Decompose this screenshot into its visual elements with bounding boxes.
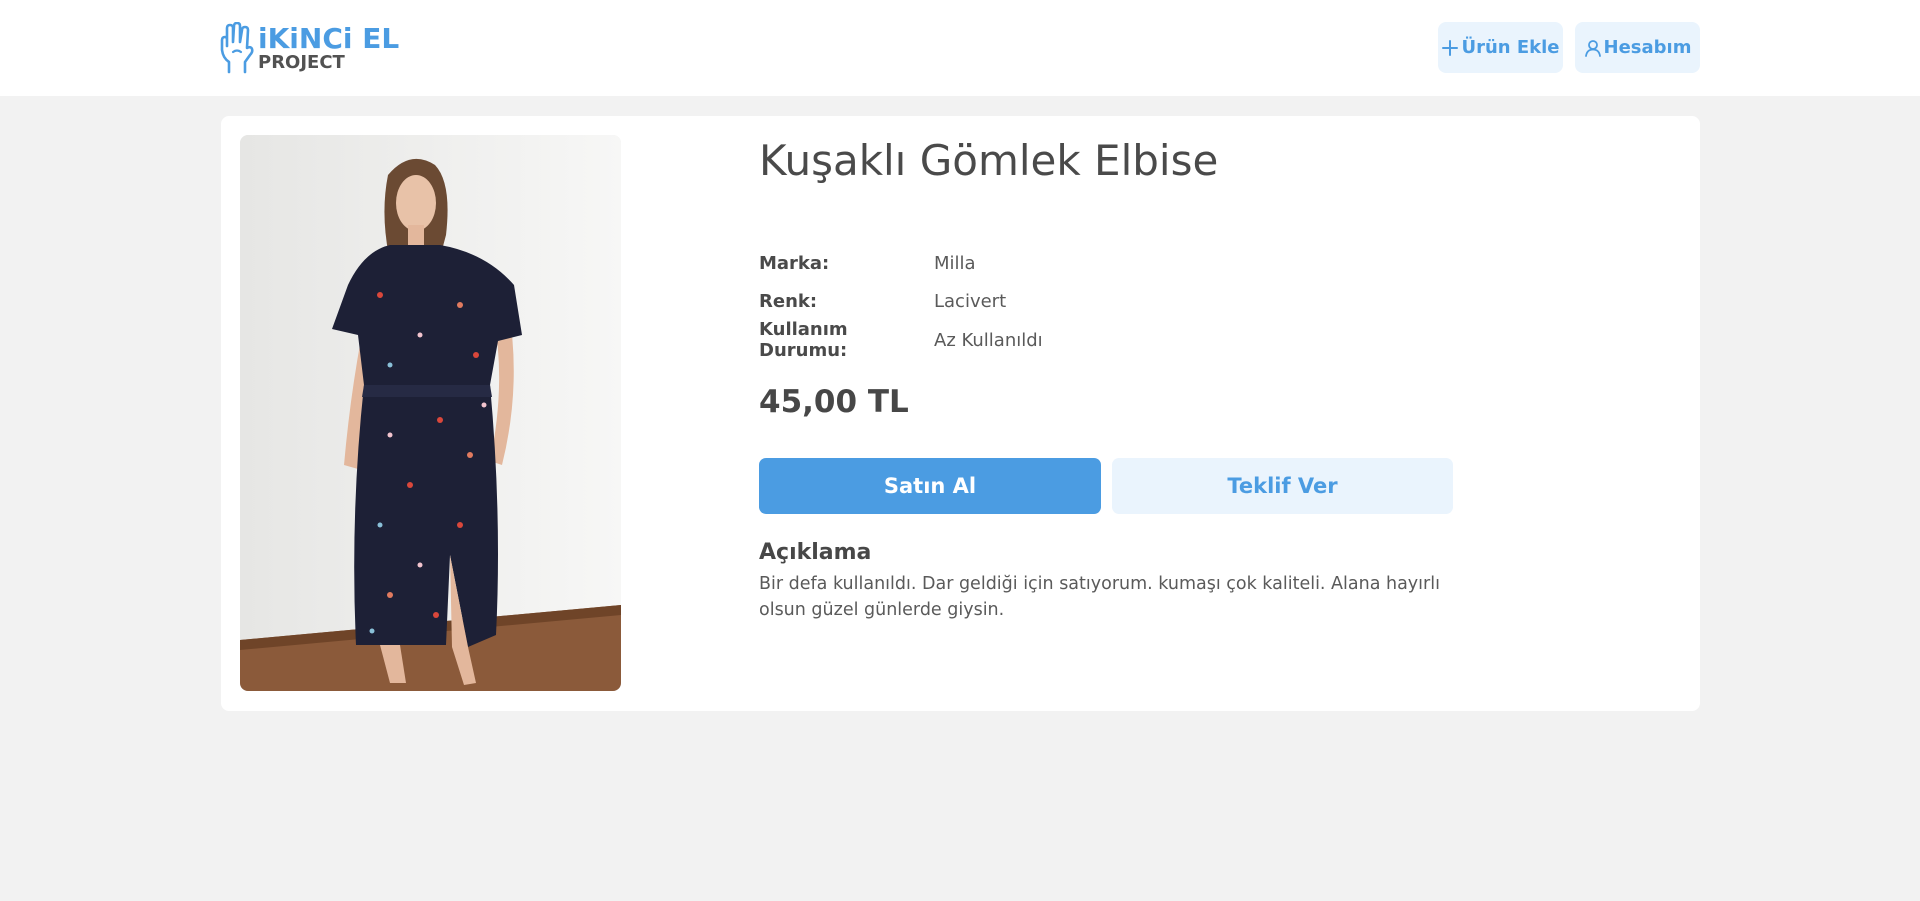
attribute-value: Lacivert [934, 291, 1007, 313]
attribute-key: Kullanım Durumu: [759, 319, 848, 362]
account-label: Hesabım [1603, 37, 1692, 58]
description-text: Bir defa kullanıldı. Dar geldiği için sa… [759, 574, 1440, 620]
make-offer-button[interactable]: Teklif Ver [1112, 458, 1453, 514]
attribute-value: Az Kullanıldı [934, 329, 1043, 351]
product-attributes: Marka: Milla Renk: Lacivert Kullanım Dur… [759, 244, 1043, 362]
logo-title: iKiNCi EL [258, 22, 400, 55]
add-product-button[interactable]: Ürün Ekle [1438, 22, 1563, 73]
attribute-value: Milla [934, 252, 976, 274]
site-logo[interactable]: iKiNCi EL PROJECT [219, 22, 399, 74]
product-price: 45,00 TL [759, 384, 909, 420]
product-photo[interactable] [240, 135, 621, 691]
add-product-label: Ürün Ekle [1461, 37, 1560, 58]
hand-icon [220, 22, 254, 74]
attribute-key: Marka: [759, 252, 830, 274]
attribute-key: Renk: [759, 291, 818, 313]
attribute-row-color: Renk: Lacivert [759, 283, 1043, 322]
attribute-row-brand: Marka: Milla [759, 244, 1043, 283]
logo-subtitle: PROJECT [258, 52, 345, 73]
description-heading: Açıklama [759, 540, 872, 565]
product-photo-illustration [240, 135, 621, 691]
attribute-row-condition: Kullanım Durumu: Az Kullanıldı [759, 319, 1043, 362]
site-header: iKiNCi EL PROJECT Ürün Ekle Hesabım [0, 0, 1920, 96]
product-card: Kuşaklı Gömlek Elbise Marka: Milla Renk:… [221, 116, 1700, 711]
account-button[interactable]: Hesabım [1575, 22, 1700, 73]
user-icon [1584, 39, 1601, 57]
buy-button[interactable]: Satın Al [759, 458, 1101, 514]
product-title: Kuşaklı Gömlek Elbise [759, 136, 1219, 185]
plus-icon [1442, 39, 1459, 56]
